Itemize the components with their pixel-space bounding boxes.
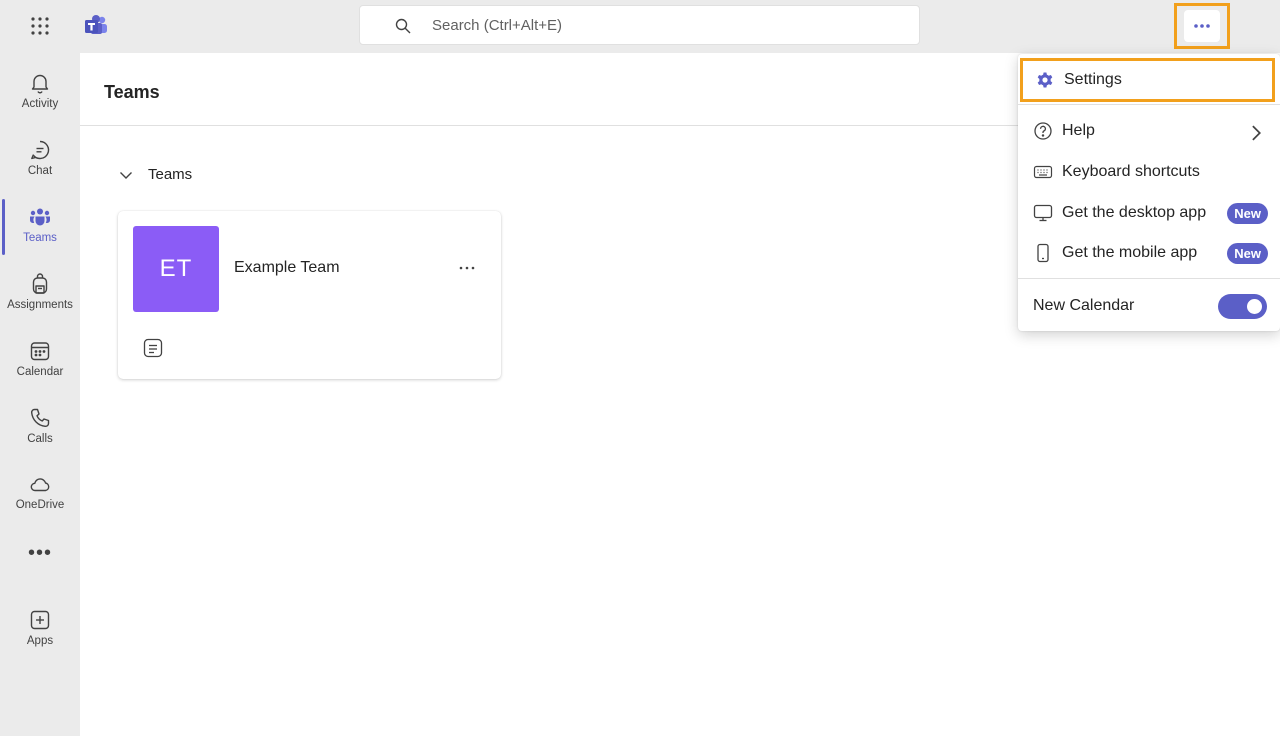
teams-logo-icon <box>85 15 107 34</box>
team-name: Example Team <box>234 259 340 276</box>
menu-label: New Calendar <box>1033 297 1135 314</box>
menu-label: Help <box>1062 122 1095 139</box>
menu-item-new-calendar[interactable]: New Calendar <box>1018 286 1280 326</box>
menu-label: Get the mobile app <box>1062 244 1198 261</box>
menu-item-desktop-app[interactable]: Get the desktop app New <box>1018 193 1280 233</box>
menu-item-settings[interactable]: Settings <box>1020 58 1275 102</box>
chevron-right-icon <box>1252 125 1261 141</box>
new-calendar-toggle[interactable] <box>1218 294 1267 319</box>
rail-label: Activity <box>21 98 59 110</box>
more-options-menu: Settings Help Keyboard shortcuts Get the… <box>1018 54 1280 331</box>
rail-item-calls[interactable]: Calls <box>0 396 80 458</box>
rail-label: Calls <box>27 433 53 445</box>
app-launcher-icon[interactable] <box>26 12 54 40</box>
rail-item-calendar[interactable]: Calendar <box>0 329 80 391</box>
rail-label: Apps <box>26 635 54 647</box>
team-more-options-button[interactable] <box>450 255 484 281</box>
menu-label: Settings <box>1064 71 1122 88</box>
menu-item-keyboard-shortcuts[interactable]: Keyboard shortcuts <box>1018 152 1280 192</box>
cloud-icon <box>30 478 50 492</box>
search-bar[interactable]: Search (Ctrl+Alt+E) <box>359 5 920 45</box>
rail-label: Assignments <box>7 299 73 311</box>
keyboard-icon <box>1033 165 1053 179</box>
calendar-icon <box>30 342 50 361</box>
toggle-knob <box>1247 299 1262 314</box>
gear-icon <box>1037 72 1053 88</box>
menu-divider <box>1018 278 1280 279</box>
rail-label: Calendar <box>16 366 64 378</box>
teams-section-toggle[interactable]: Teams <box>118 166 192 183</box>
posts-icon[interactable] <box>142 337 164 359</box>
search-placeholder: Search (Ctrl+Alt+E) <box>432 16 563 34</box>
menu-item-mobile-app[interactable]: Get the mobile app New <box>1018 233 1280 273</box>
page-title: Teams <box>104 82 160 102</box>
more-options-icon <box>1194 24 1210 28</box>
rail-item-assignments[interactable]: Assignments <box>0 262 80 324</box>
more-options-icon <box>459 266 475 270</box>
rail-item-activity[interactable]: Activity <box>0 61 80 123</box>
search-icon <box>395 18 411 34</box>
rail-label: OneDrive <box>15 499 65 511</box>
mobile-phone-icon <box>1037 243 1049 263</box>
rail-label: Teams <box>23 232 57 244</box>
menu-item-help[interactable]: Help <box>1018 111 1280 151</box>
desktop-icon <box>1033 204 1053 222</box>
add-app-icon <box>30 610 50 630</box>
more-options-button[interactable] <box>1174 3 1230 49</box>
team-card[interactable]: ET Example Team <box>118 211 501 379</box>
rail-item-onedrive[interactable]: OneDrive <box>0 462 80 524</box>
chat-icon <box>31 140 50 160</box>
teams-icon <box>29 208 51 226</box>
team-avatar: ET <box>133 226 219 312</box>
phone-icon <box>30 408 50 428</box>
section-label: Teams <box>148 166 193 183</box>
rail-item-teams[interactable]: Teams <box>0 195 80 257</box>
menu-label: Get the desktop app <box>1062 204 1207 221</box>
chevron-down-icon <box>120 171 132 179</box>
bell-icon <box>31 74 49 94</box>
rail-item-apps[interactable]: Apps <box>0 598 80 660</box>
menu-label: Keyboard shortcuts <box>1062 163 1200 180</box>
menu-divider <box>1018 104 1280 105</box>
rail-label: Chat <box>27 165 53 177</box>
new-badge: New <box>1227 243 1268 264</box>
active-indicator <box>2 199 5 255</box>
rail-item-chat[interactable]: Chat <box>0 128 80 190</box>
new-badge: New <box>1227 203 1268 224</box>
top-bar: Search (Ctrl+Alt+E) <box>0 0 1280 53</box>
left-rail: Activity Chat Teams Assignments Calendar… <box>0 53 80 736</box>
backpack-icon <box>32 273 48 294</box>
help-icon <box>1034 122 1052 140</box>
more-apps-button[interactable]: ••• <box>0 533 80 573</box>
